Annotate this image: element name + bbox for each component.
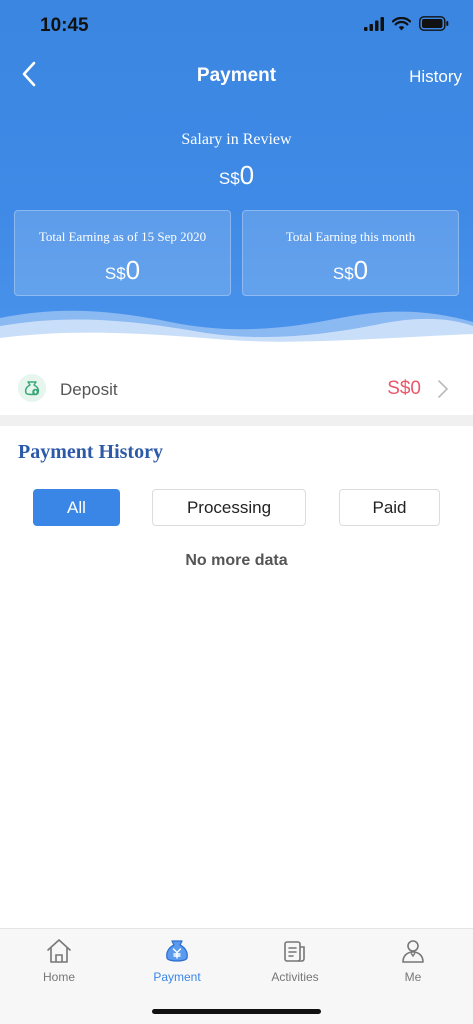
home-icon — [47, 939, 71, 963]
total-earning-this-month-card: Total Earning this month S$0 — [242, 210, 459, 296]
page-title: Payment — [196, 65, 277, 86]
card-value: 0 — [353, 255, 369, 285]
status-icons — [364, 16, 449, 31]
deposit-amount: S$0 — [387, 378, 421, 399]
payment-history-title: Payment History — [18, 441, 163, 463]
history-link[interactable]: History — [409, 67, 462, 87]
card-currency: S$ — [104, 264, 126, 283]
payment-header: 10:45 Payment History Salary in Review S… — [0, 0, 473, 345]
home-indicator — [152, 1009, 321, 1014]
tab-activities[interactable]: Activities — [236, 937, 354, 984]
card-amount: S$0 — [243, 255, 458, 286]
salary-in-review-label: Salary in Review — [181, 131, 292, 148]
tab-label: Activities — [271, 970, 319, 984]
salary-value: 0 — [239, 160, 255, 190]
header-wave — [0, 310, 473, 345]
card-label: Total Earning as of 15 Sep 2020 — [38, 229, 207, 244]
signal-icon — [364, 16, 384, 31]
money-bag-icon — [166, 940, 188, 962]
battery-icon — [419, 16, 449, 31]
empty-state-text: No more data — [185, 552, 288, 569]
deposit-label: Deposit — [60, 380, 118, 399]
user-icon — [402, 940, 424, 963]
filter-processing-button[interactable]: Processing — [152, 489, 306, 526]
tab-label: Payment — [153, 970, 201, 984]
tab-payment[interactable]: Payment — [118, 937, 236, 984]
card-amount: S$0 — [15, 255, 230, 286]
salary-in-review-amount: S$0 — [0, 160, 473, 191]
tab-label: Me — [404, 970, 422, 984]
card-label: Total Earning this month — [285, 229, 416, 244]
filter-all-button[interactable]: All — [33, 489, 120, 526]
salary-currency: S$ — [218, 169, 240, 188]
section-divider — [0, 415, 473, 426]
total-earning-to-date-card: Total Earning as of 15 Sep 2020 S$0 — [14, 210, 231, 296]
activities-icon — [284, 941, 305, 962]
card-currency: S$ — [332, 264, 354, 283]
tab-label: Home — [42, 970, 75, 984]
status-time: 10:45 — [40, 15, 89, 36]
card-value: 0 — [125, 255, 141, 285]
deposit-money-bag-icon — [18, 374, 46, 402]
wifi-icon — [392, 16, 411, 30]
status-bar: 10:45 — [0, 0, 473, 52]
tab-home[interactable]: Home — [0, 937, 118, 984]
chevron-right-icon — [438, 380, 448, 398]
filter-paid-button[interactable]: Paid — [339, 489, 440, 526]
deposit-row[interactable]: Deposit S$0 — [0, 362, 473, 416]
tab-me[interactable]: Me — [354, 937, 472, 984]
